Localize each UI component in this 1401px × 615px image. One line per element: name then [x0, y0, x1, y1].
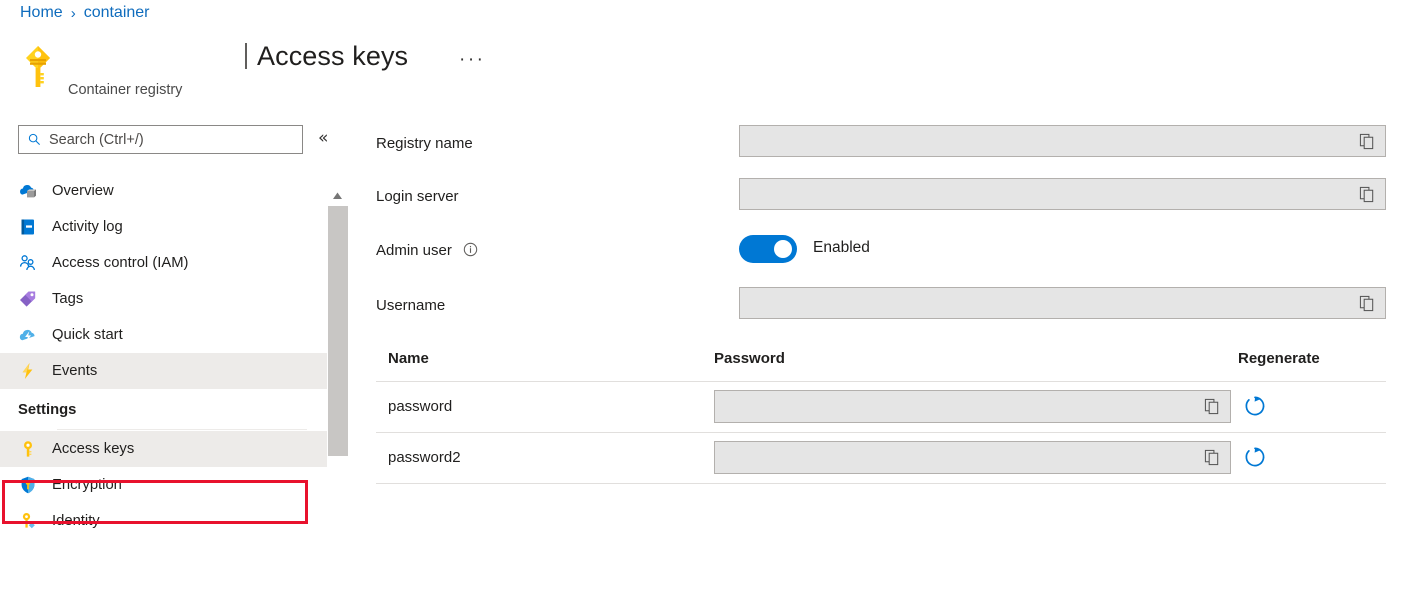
- sidebar-section-label: Settings: [18, 402, 77, 418]
- sidebar-item-quick-start[interactable]: Quick start: [0, 317, 327, 353]
- sidebar: Search (Ctrl+/) « Overview Activity log …: [0, 120, 349, 615]
- sidebar-nav-list: Overview Activity log Access control (IA…: [0, 173, 327, 539]
- search-icon: [28, 133, 40, 145]
- password-input[interactable]: [714, 390, 1231, 423]
- username-input[interactable]: [739, 287, 1386, 319]
- info-icon[interactable]: [463, 242, 478, 257]
- field-registry-name: Registry name: [376, 125, 1386, 165]
- access-keys-key-icon: [24, 441, 32, 457]
- login-server-input[interactable]: [739, 178, 1386, 210]
- identity-key-icon: [22, 513, 35, 529]
- regenerate-icon[interactable]: [1243, 445, 1267, 469]
- sidebar-item-label: Activity log: [52, 219, 123, 235]
- copy-icon[interactable]: [1359, 186, 1376, 203]
- sidebar-item-encryption[interactable]: Encryption: [0, 467, 327, 503]
- copy-icon[interactable]: [1204, 398, 1221, 415]
- main-content: Registry name Login server Admin user En…: [350, 115, 1401, 615]
- sidebar-item-access-control[interactable]: Access control (IAM): [0, 245, 327, 281]
- column-header-name: Name: [388, 350, 429, 367]
- activity-log-icon: [21, 219, 34, 235]
- sidebar-scrollbar[interactable]: [327, 168, 348, 568]
- quick-start-icon: [19, 329, 35, 342]
- field-label: Admin user: [376, 242, 478, 259]
- access-control-icon: [19, 255, 35, 271]
- sidebar-item-label: Identity: [52, 513, 100, 529]
- more-options-ellipsis-icon[interactable]: ···: [459, 50, 485, 70]
- registry-name-input[interactable]: [739, 125, 1386, 157]
- settings-section-divider: [57, 429, 307, 430]
- collapse-sidebar-button[interactable]: «: [318, 129, 328, 147]
- search-input-wrapper[interactable]: Search (Ctrl+/): [18, 125, 303, 154]
- breadcrumb-home[interactable]: Home: [20, 4, 63, 22]
- copy-icon[interactable]: [1359, 133, 1376, 150]
- field-label: Registry name: [376, 135, 473, 152]
- sidebar-item-label: Events: [52, 363, 98, 379]
- scrollbar-thumb[interactable]: [328, 206, 348, 456]
- table-header-row: Name Password Regenerate: [376, 340, 1386, 382]
- column-header-regenerate: Regenerate: [1238, 350, 1320, 367]
- search-input[interactable]: Search (Ctrl+/): [18, 125, 303, 154]
- table-row-divider: [376, 483, 1386, 484]
- breadcrumb-container[interactable]: container: [84, 4, 150, 22]
- breadcrumb: Home › container: [20, 4, 150, 22]
- copy-icon[interactable]: [1359, 295, 1376, 312]
- encryption-shield-icon: [21, 476, 35, 494]
- toggle-knob: [774, 240, 792, 258]
- breadcrumb-separator-icon: ›: [70, 4, 76, 22]
- page-title: Access keys: [245, 41, 408, 72]
- key-name: password: [388, 398, 453, 415]
- sidebar-item-label: Quick start: [52, 327, 123, 343]
- admin-user-label-text: Admin user: [376, 242, 452, 259]
- tag-icon: [20, 291, 36, 307]
- events-bolt-icon: [22, 363, 33, 379]
- resource-type-subtitle: Container registry: [68, 82, 183, 98]
- sidebar-item-label: Encryption: [52, 477, 122, 493]
- admin-user-toggle[interactable]: [739, 235, 797, 263]
- title-divider-bar: [245, 43, 247, 69]
- azure-portal-access-keys-page: Home › container Container registry Acce…: [0, 0, 1401, 615]
- field-label: Login server: [376, 188, 459, 205]
- table-row: password: [376, 382, 1386, 433]
- field-login-server: Login server: [376, 178, 1386, 218]
- regenerate-icon[interactable]: [1243, 394, 1267, 418]
- field-username: Username: [376, 287, 1386, 327]
- sidebar-item-events[interactable]: Events: [0, 353, 327, 389]
- page-title-text: Access keys: [257, 41, 409, 71]
- access-keys-table: Name Password Regenerate password passwo…: [376, 340, 1386, 484]
- overview-cloud-icon: [20, 184, 36, 198]
- sidebar-item-label: Access keys: [52, 441, 135, 457]
- key-name: password2: [388, 449, 461, 466]
- field-label: Username: [376, 297, 446, 314]
- sidebar-item-label: Overview: [52, 183, 114, 199]
- admin-user-toggle-state: Enabled: [813, 239, 870, 256]
- scroll-up-arrow-icon[interactable]: [327, 188, 348, 204]
- sidebar-item-label: Access control (IAM): [52, 255, 189, 271]
- table-row: password2: [376, 433, 1386, 484]
- sidebar-item-activity-log[interactable]: Activity log: [0, 209, 327, 245]
- search-placeholder: Search (Ctrl+/): [49, 131, 144, 148]
- sidebar-item-label: Tags: [52, 291, 84, 307]
- sidebar-item-identity[interactable]: Identity: [0, 503, 327, 539]
- sidebar-item-tags[interactable]: Tags: [0, 281, 327, 317]
- field-admin-user: Admin user Enabled: [376, 232, 1386, 272]
- sidebar-item-access-keys[interactable]: Access keys: [0, 431, 327, 467]
- column-header-password: Password: [714, 350, 785, 367]
- sidebar-item-overview[interactable]: Overview: [0, 173, 327, 209]
- sidebar-section-settings: Settings: [0, 389, 327, 431]
- password-input[interactable]: [714, 441, 1231, 474]
- copy-icon[interactable]: [1204, 449, 1221, 466]
- key-icon: [26, 46, 50, 87]
